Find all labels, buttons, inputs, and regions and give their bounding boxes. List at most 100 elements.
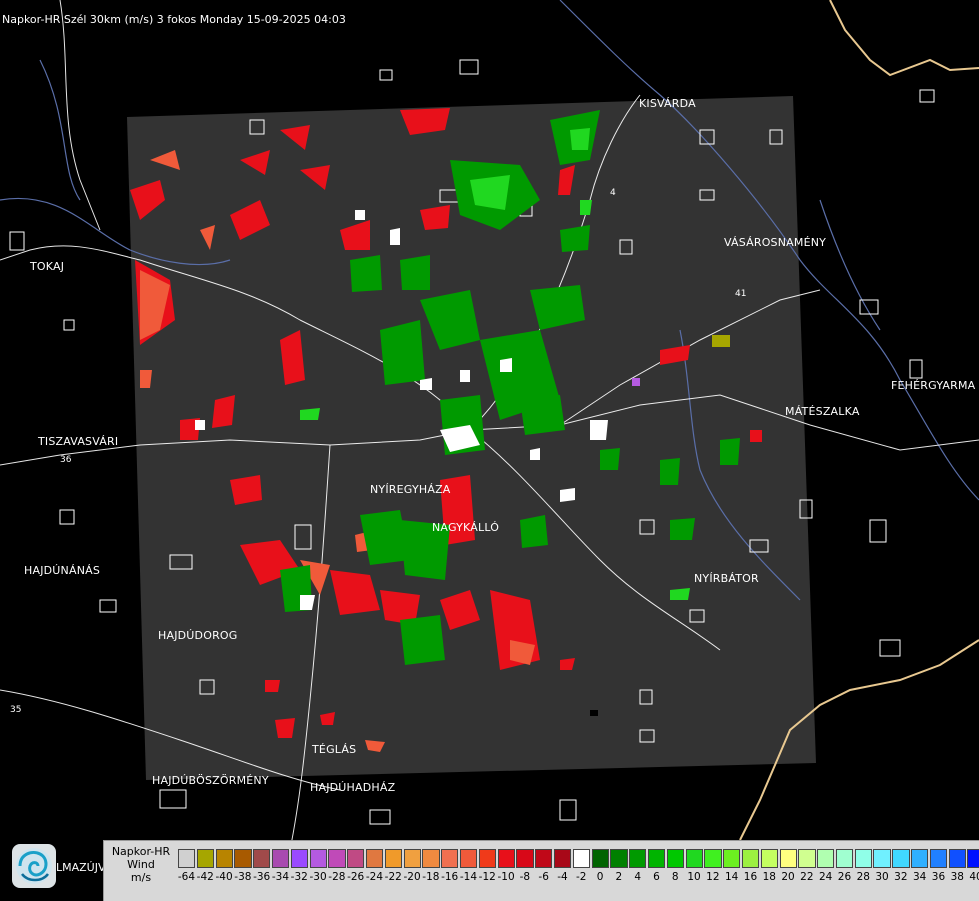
legend-tick-label: 36: [931, 871, 946, 883]
legend-tick-label: -8: [519, 871, 531, 883]
legend-swatch: [666, 849, 685, 868]
legend-swatch: [365, 849, 384, 868]
city-label-vasarosnameny: VÁSÁROSNAMÉNY: [724, 236, 827, 249]
legend-variable: Wind: [127, 858, 155, 871]
road-number-4: 4: [610, 188, 616, 198]
legend-tick-label: 30: [875, 871, 889, 883]
legend-swatch: [967, 849, 979, 868]
legend-swatch: [610, 849, 628, 868]
city-label-tokaj: TOKAJ: [30, 260, 65, 273]
legend-swatch: [459, 849, 478, 868]
legend-swatch: [572, 849, 591, 868]
legend-swatch: [591, 849, 609, 868]
legend-tick-label: 18: [762, 871, 776, 883]
legend-swatch: [516, 849, 534, 868]
legend-tick-label: 0: [596, 871, 604, 883]
legend-swatch: [760, 849, 778, 868]
legend-tick-label: -14: [459, 871, 478, 883]
legend-swatch: [948, 849, 966, 868]
city-label-mateszalka: MÁTÉSZALKA: [785, 405, 860, 418]
legend-tick-label: -6: [538, 871, 549, 883]
legend-swatch: [347, 849, 365, 868]
legend-tick-label: -30: [309, 871, 327, 883]
city-label-hajduhadhaz: HAJDÚHADHÁZ: [310, 781, 396, 794]
city-label-hajdudorog: HAJDÚDOROG: [158, 629, 238, 642]
legend-tick-label: 34: [912, 871, 927, 883]
legend-tick-label: -22: [384, 871, 402, 883]
legend-swatch: [271, 849, 290, 868]
road-number-36: 36: [60, 455, 72, 465]
legend-swatch: [629, 849, 647, 868]
city-label-fehergyarmat: FEHÉRGYARMA: [891, 379, 976, 392]
legend-swatch: [741, 849, 760, 868]
legend-swatch: [817, 849, 835, 868]
legend-swatch: [535, 849, 553, 868]
color-legend: Napkor-HR Wind m/s -64 -42 -40 -38 -36 -34 -32…: [103, 840, 979, 901]
legend-swatch: [835, 849, 854, 868]
legend-swatch: [723, 849, 741, 868]
legend-tick-label: 10: [687, 871, 701, 883]
legend-swatch: [441, 849, 459, 868]
legend-tick-label: 24: [818, 871, 833, 883]
legend-swatch: [478, 849, 497, 868]
legend-tick-label: -34: [271, 871, 290, 883]
legend-swatch: [178, 849, 196, 868]
legend-swatch: [873, 849, 891, 868]
legend-tick-label: 28: [856, 871, 870, 883]
legend-tick-label: -4: [557, 871, 568, 883]
radar-map: 41 36 35 4: [0, 0, 979, 900]
legend-tick-label: -26: [347, 871, 365, 883]
legend-tick-label: -38: [234, 871, 252, 883]
legend-label: Napkor-HR Wind m/s: [106, 845, 176, 884]
legend-tick-label: -42: [196, 871, 214, 883]
legend-swatch: [929, 849, 948, 868]
city-label-nyiregyhaza: NYÍREGYHÁZA: [370, 483, 451, 496]
legend-swatch: [215, 849, 233, 868]
legend-tick-label: 20: [781, 871, 795, 883]
legend-swatch: [234, 849, 252, 868]
legend-swatch: [704, 849, 722, 868]
legend-tick-label: 32: [894, 871, 908, 883]
road-number-41: 41: [735, 289, 746, 299]
legend-swatch: [685, 849, 703, 868]
city-label-nagykallo: NAGYKÁLLÓ: [432, 521, 500, 534]
legend-swatch: [384, 849, 403, 868]
legend-ticks: -64 -42 -40 -38 -36 -34 -32 -30 -28 -26 -24 -22 -20-…: [177, 871, 979, 885]
legend-tick-label: 8: [671, 871, 679, 883]
city-label-hajdunanas: HAJDÚNÁNÁS: [24, 564, 101, 577]
legend-tick-label: -16: [441, 871, 459, 883]
legend-swatch: [647, 849, 666, 868]
legend-tick-label: 12: [706, 871, 720, 883]
legend-swatch: [892, 849, 910, 868]
legend-tick-label: -36: [253, 871, 271, 883]
city-label-kisvarda: KISVÁRDA: [639, 97, 696, 110]
legend-swatch: [553, 849, 572, 868]
legend-swatch: [497, 849, 515, 868]
legend-tick-label: -64: [177, 871, 196, 883]
legend-tick-label: -12: [478, 871, 496, 883]
city-label-teglas: TÉGLÁS: [312, 743, 357, 756]
legend-tick-label: 16: [743, 871, 758, 883]
legend-swatch: [403, 849, 421, 868]
map-title: Napkor-HR Szél 30km (m/s) 3 fokos Monday…: [2, 13, 346, 26]
legend-swatch: [253, 849, 271, 868]
legend-swatch: [911, 849, 929, 868]
legend-swatch: [798, 849, 816, 868]
legend-tick-label: 4: [634, 871, 641, 883]
legend-tick-label: 6: [653, 871, 660, 883]
legend-tick-label: -40: [215, 871, 233, 883]
city-label-tiszavasvari: TISZAVASVÁRI: [38, 435, 119, 448]
legend-tick-label: 14: [724, 871, 739, 883]
city-label-hajduboszormeny: HAJDÚBÖSZÖRMÉNY: [152, 774, 269, 787]
legend-swatch: [422, 849, 440, 868]
legend-tick-label: -2: [576, 871, 587, 883]
legend-swatch: [328, 849, 346, 868]
legend-swatches: [178, 849, 979, 868]
legend-unit: m/s: [130, 871, 152, 884]
legend-swatch: [290, 849, 309, 868]
legend-tick-label: 40: [969, 871, 979, 883]
city-label-nyirbator: NYÍRBÁTOR: [694, 572, 759, 585]
legend-source: Napkor-HR: [111, 845, 171, 858]
legend-swatch: [196, 849, 215, 868]
legend-tick-label: 26: [837, 871, 852, 883]
